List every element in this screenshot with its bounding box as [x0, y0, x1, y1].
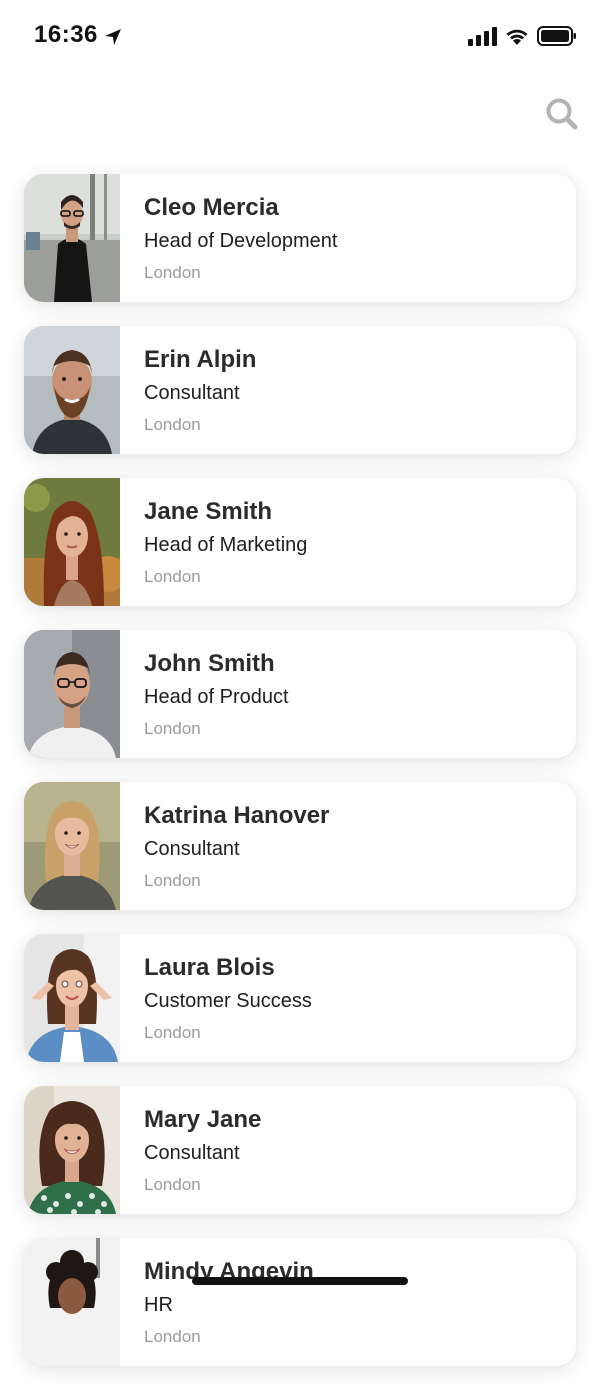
contact-location: London	[144, 1327, 201, 1346]
avatar	[24, 1238, 120, 1366]
contact-name: Cleo Mercia	[144, 194, 279, 221]
cellular-signal-icon	[468, 27, 497, 46]
avatar	[24, 934, 120, 1062]
status-time: 16:36	[34, 21, 98, 48]
contact-card[interactable]: Laura Blois Customer Success London	[24, 934, 576, 1062]
home-indicator[interactable]	[192, 1277, 408, 1285]
contact-list: Cleo Mercia Head of Development London E…	[24, 174, 576, 1390]
avatar	[24, 326, 120, 454]
contact-card[interactable]: John Smith Head of Product London	[24, 630, 576, 758]
avatar	[24, 174, 120, 302]
contact-card[interactable]: Katrina Hanover Consultant London	[24, 782, 576, 910]
contact-role: Customer Success	[144, 990, 312, 1012]
contact-role: Head of Marketing	[144, 534, 308, 556]
avatar	[24, 1086, 120, 1214]
contact-name: Mary Jane	[144, 1106, 262, 1133]
battery-icon	[537, 26, 576, 46]
contact-name: John Smith	[144, 650, 275, 677]
contact-role: Head of Product	[144, 686, 289, 708]
contact-location: London	[144, 719, 201, 738]
avatar	[24, 630, 120, 758]
contact-card[interactable]: Mary Jane Consultant London	[24, 1086, 576, 1214]
contact-location: London	[144, 871, 201, 890]
contact-name: Laura Blois	[144, 954, 275, 981]
contact-location: London	[144, 567, 201, 586]
contact-card[interactable]: Cleo Mercia Head of Development London	[24, 174, 576, 302]
avatar	[24, 478, 120, 606]
contact-name: Erin Alpin	[144, 346, 257, 373]
contact-role: Consultant	[144, 838, 240, 860]
contact-card[interactable]: Mindy Angevin HR London	[24, 1238, 576, 1366]
contact-card[interactable]: Erin Alpin Consultant London	[24, 326, 576, 454]
contact-role: HR	[144, 1294, 173, 1316]
avatar	[24, 782, 120, 910]
location-arrow-icon	[105, 29, 121, 45]
contact-card[interactable]: Jane Smith Head of Marketing London	[24, 478, 576, 606]
contact-name: Jane Smith	[144, 498, 273, 525]
contact-location: London	[144, 1023, 201, 1042]
contact-name: Katrina Hanover	[144, 802, 330, 829]
search-button[interactable]	[542, 94, 582, 134]
contact-role: Consultant	[144, 1142, 240, 1164]
contact-role: Head of Development	[144, 230, 338, 252]
contact-location: London	[144, 1175, 201, 1194]
wifi-icon	[506, 29, 528, 45]
contact-role: Consultant	[144, 382, 240, 404]
search-icon	[546, 98, 578, 130]
contact-location: London	[144, 263, 201, 282]
status-bar: 16:36	[0, 0, 600, 72]
contact-location: London	[144, 415, 201, 434]
